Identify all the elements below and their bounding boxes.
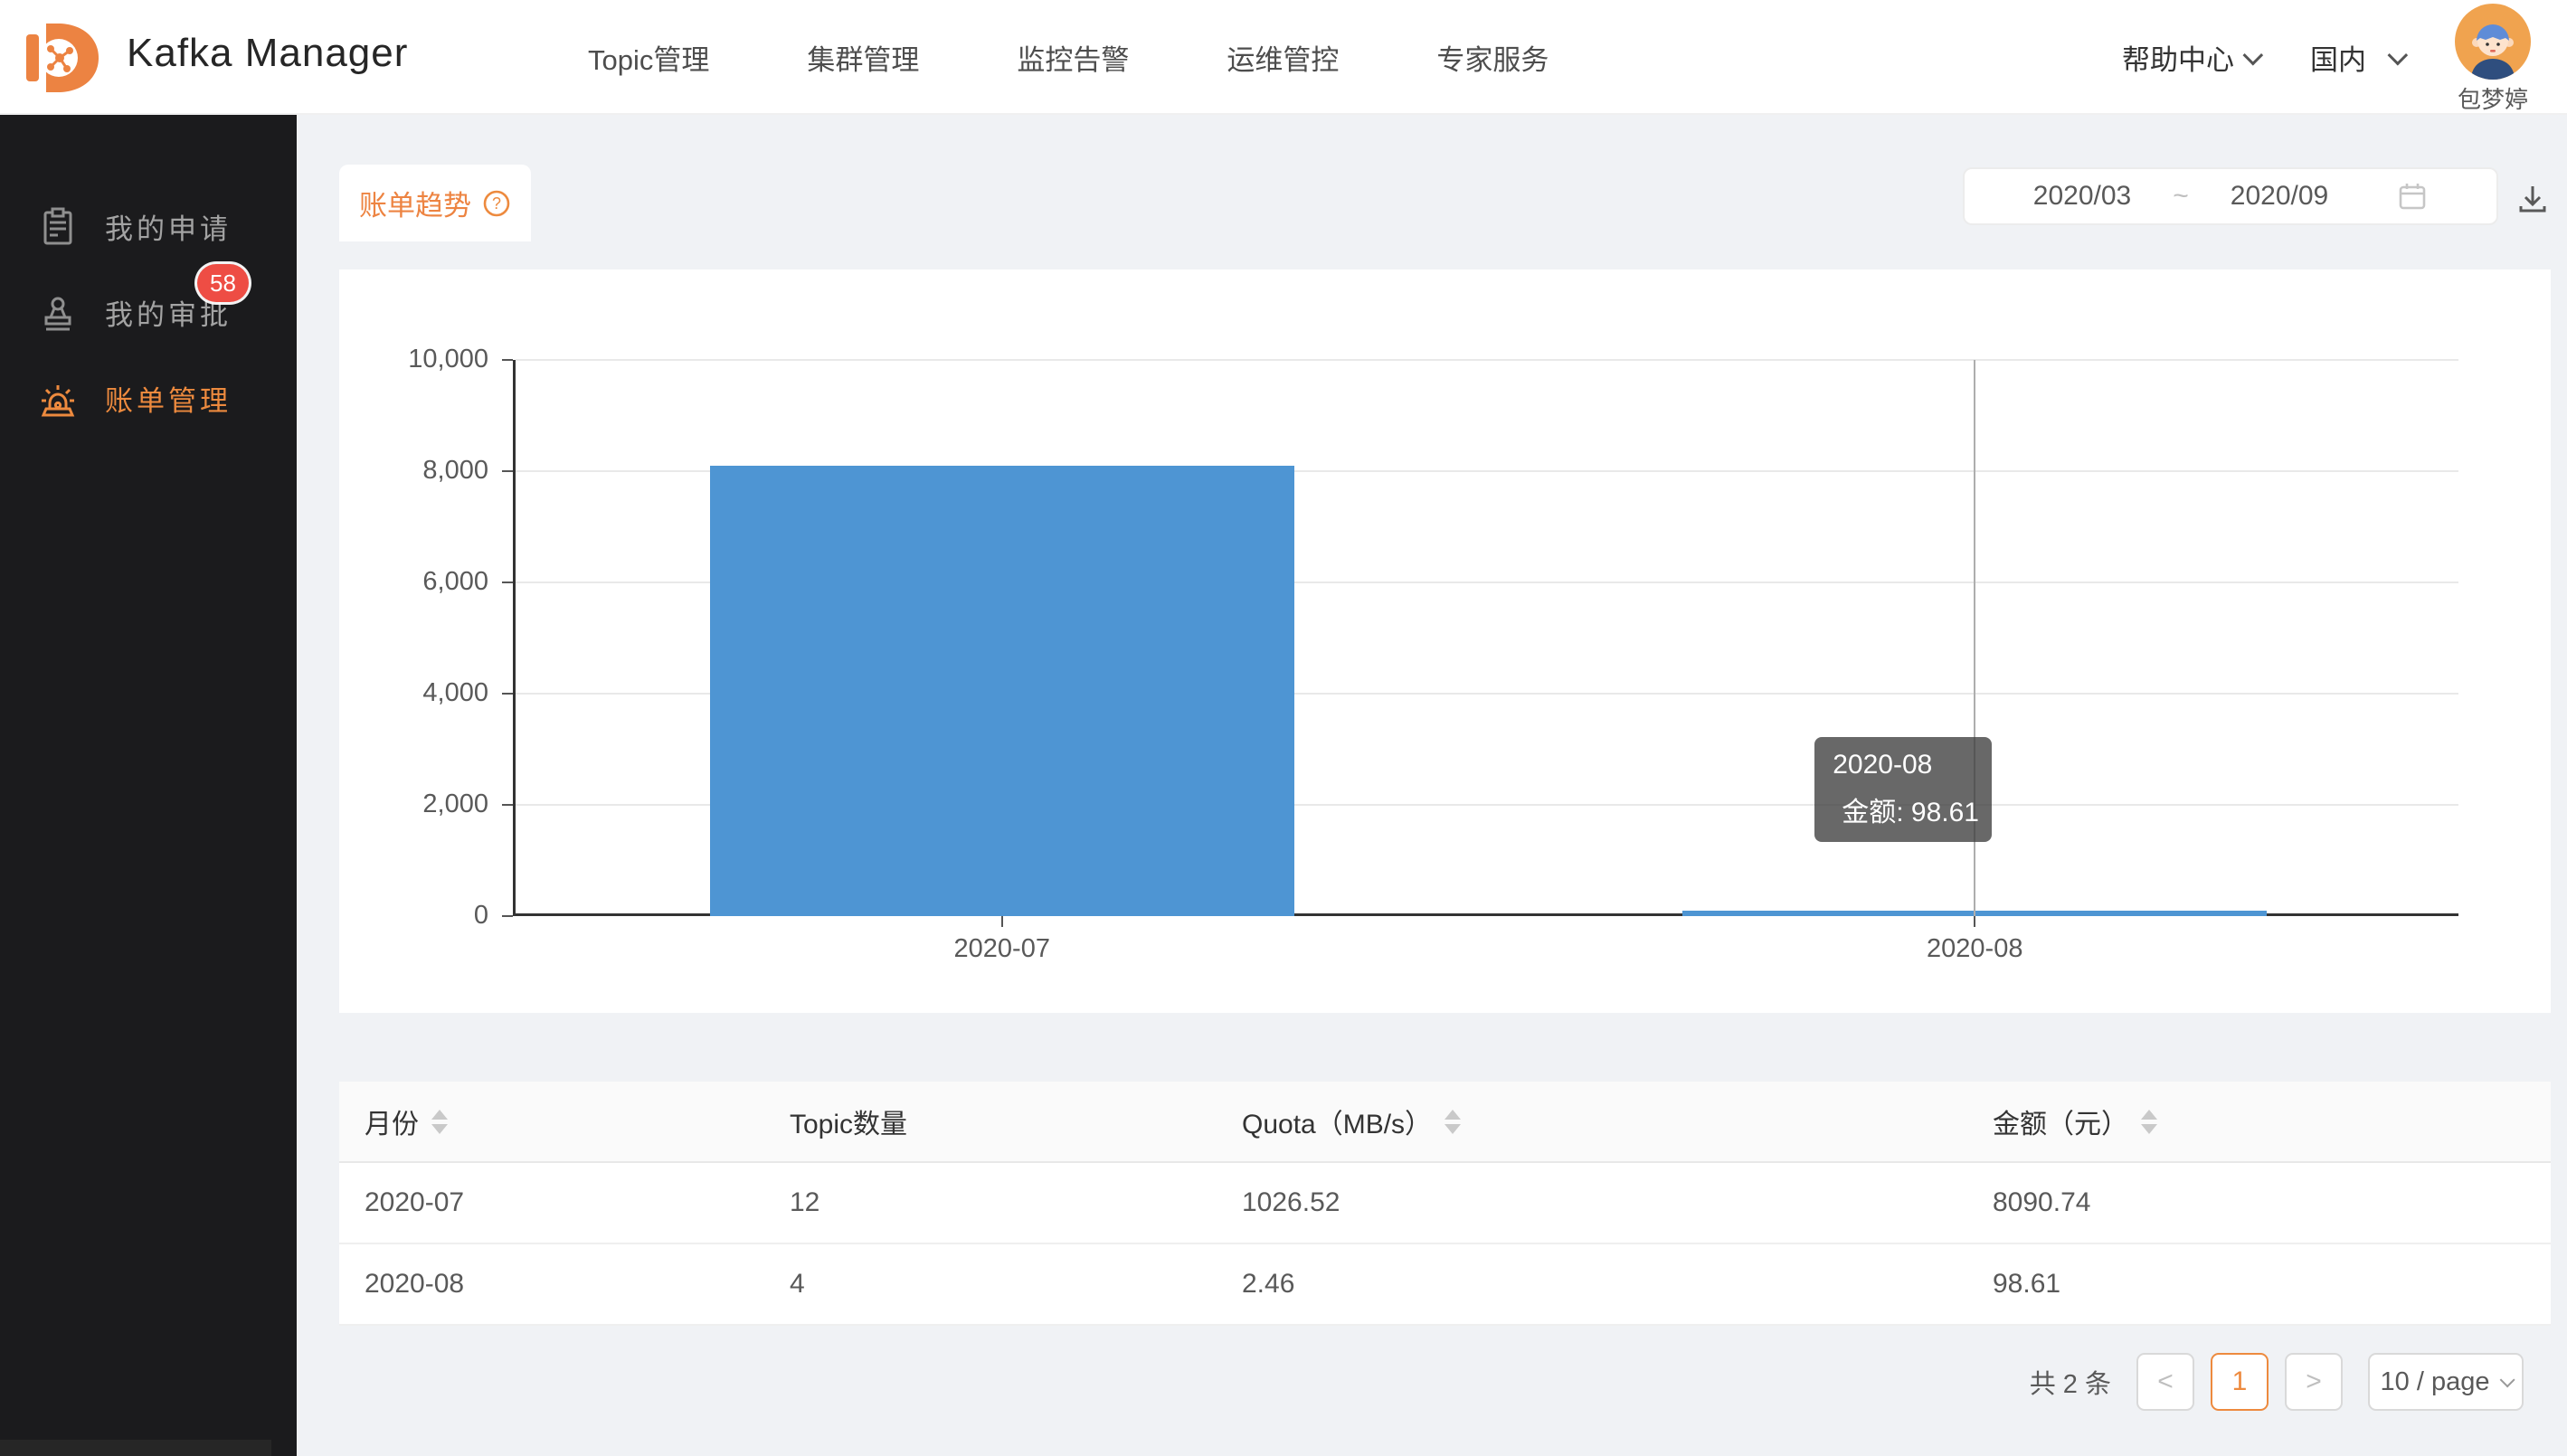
amount-cell: 8090.74 (1993, 1187, 2525, 1218)
y-axis-tick (502, 804, 513, 806)
sidebar-item-my-approvals[interactable]: 我的审批 58 (0, 269, 297, 355)
amount-cell: 98.61 (1993, 1269, 2525, 1300)
question-circle-icon[interactable]: ? (482, 189, 511, 218)
topics-cell: 12 (790, 1187, 1242, 1218)
nav-monitor[interactable]: 监控告警 (1017, 37, 1129, 78)
sidebar-item-label: 账单管理 (105, 378, 232, 419)
help-center-label: 帮助中心 (2122, 37, 2234, 78)
chevron-down-icon (2500, 1372, 2515, 1387)
avatar (2455, 4, 2531, 80)
y-axis-label: 10,000 (280, 345, 488, 374)
nav-cluster[interactable]: 集群管理 (807, 37, 919, 78)
total-count: 共 2 条 (2030, 1363, 2111, 1401)
y-axis-label: 0 (280, 901, 488, 931)
app-title: Kafka Manager (127, 31, 408, 76)
app-header: Kafka Manager Topic管理 集群管理 监控告警 运维管控 专家服… (0, 0, 2567, 115)
tab-label: 账单趋势 (359, 183, 471, 223)
column-label: Quota（MB/s） (1242, 1101, 1432, 1141)
x-axis-tick (1974, 916, 1975, 927)
clipboard-icon (38, 207, 78, 247)
y-axis-label: 6,000 (280, 567, 488, 597)
month-link[interactable]: 2020-07 (365, 1187, 790, 1218)
bar-2020-07[interactable] (710, 466, 1294, 916)
sidebar-item-billing[interactable]: 账单管理 (0, 355, 297, 441)
y-axis-tick (502, 581, 513, 583)
approval-count-badge: 58 (197, 264, 249, 302)
table-row: 2020-08 4 2.46 98.61 (339, 1244, 2551, 1326)
sidebar-collapse-bar[interactable] (0, 1440, 271, 1456)
table-header-row: 月份 Topic数量 Quota（MB/s） 金额（元） (339, 1082, 2551, 1163)
download-icon (2515, 181, 2551, 217)
download-button[interactable] (2515, 181, 2551, 217)
x-axis-tick (1001, 916, 1003, 927)
y-axis-label: 4,000 (280, 678, 488, 708)
column-header-month[interactable]: 月份 (365, 1101, 790, 1141)
date-range-picker[interactable]: 2020/03 ~ 2020/09 (1963, 167, 2498, 225)
date-range-start[interactable]: 2020/03 (2033, 181, 2131, 212)
nav-expert[interactable]: 专家服务 (1436, 37, 1549, 78)
y-axis-tick (502, 915, 513, 917)
chart-tooltip: 2020-08 金额: 98.61 (1814, 737, 1992, 842)
top-nav: Topic管理 集群管理 监控告警 运维管控 专家服务 (588, 0, 1549, 115)
tooltip-title: 2020-08 (1833, 750, 1974, 780)
column-header-topics: Topic数量 (790, 1101, 1242, 1141)
page-1-button[interactable]: 1 (2211, 1353, 2269, 1411)
pagination: 共 2 条 < 1 > 10 / page (2030, 1352, 2524, 1412)
svg-text:?: ? (492, 194, 501, 213)
crosshair-line (1974, 360, 1975, 916)
gridline (516, 359, 2458, 361)
sort-icon[interactable] (431, 1110, 448, 1134)
x-axis-label: 2020-08 (1839, 934, 2110, 964)
user-name: 包梦婷 (2458, 81, 2528, 115)
column-header-quota[interactable]: Quota（MB/s） (1242, 1101, 1993, 1141)
chevron-down-icon (2388, 44, 2409, 65)
page-size-value: 10 / page (2381, 1367, 2490, 1397)
calendar-icon (2397, 181, 2428, 212)
next-page-button[interactable]: > (2285, 1353, 2343, 1411)
chevron-down-icon (2243, 44, 2264, 65)
quota-cell: 1026.52 (1242, 1187, 1993, 1218)
user-menu[interactable]: 包梦婷 (2455, 4, 2531, 115)
column-label: 月份 (365, 1101, 419, 1141)
column-label: Topic数量 (790, 1101, 907, 1141)
date-range-separator: ~ (2173, 181, 2189, 212)
column-header-amount[interactable]: 金额（元） (1993, 1101, 2525, 1141)
table-row: 2020-07 12 1026.52 8090.74 (339, 1163, 2551, 1244)
billing-trend-chart-card: 2020-08 金额: 98.61 02,0004,0006,0008,0001… (339, 269, 2551, 1013)
page-size-select[interactable]: 10 / page (2368, 1353, 2524, 1411)
siren-icon (38, 379, 78, 419)
column-label: 金额（元） (1993, 1101, 2128, 1141)
nav-ops[interactable]: 运维管控 (1227, 37, 1339, 78)
month-link[interactable]: 2020-08 (365, 1269, 790, 1300)
sort-icon[interactable] (1445, 1110, 1461, 1134)
sidebar: 我的申请 我的审批 58 (0, 115, 297, 1456)
tab-billing-trend[interactable]: 账单趋势 ? (339, 165, 531, 241)
y-axis-label: 2,000 (280, 789, 488, 819)
topics-cell: 4 (790, 1269, 1242, 1300)
sort-icon[interactable] (2141, 1110, 2157, 1134)
prev-page-button[interactable]: < (2136, 1353, 2194, 1411)
region-label: 国内 (2310, 37, 2366, 78)
billing-table: 月份 Topic数量 Quota（MB/s） 金额（元） 2020-07 12 … (339, 1082, 2551, 1326)
tooltip-value: 金额: 98.61 (1842, 789, 1979, 829)
y-axis-tick (502, 693, 513, 695)
sidebar-item-my-applications[interactable]: 我的申请 (0, 184, 297, 269)
region-select[interactable]: 国内 (2310, 37, 2402, 78)
sidebar-item-label: 我的申请 (105, 206, 232, 247)
app-logo-icon[interactable] (22, 14, 109, 101)
y-axis-label: 8,000 (280, 456, 488, 486)
nav-topic[interactable]: Topic管理 (588, 37, 709, 78)
bar-chart: 2020-08 金额: 98.61 02,0004,0006,0008,0001… (513, 360, 2458, 916)
date-range-end[interactable]: 2020/09 (2231, 181, 2328, 212)
help-center-menu[interactable]: 帮助中心 (2122, 37, 2258, 78)
y-axis-tick (502, 359, 513, 361)
y-axis-tick (502, 470, 513, 472)
stamp-icon (38, 293, 78, 333)
x-axis-label: 2020-07 (867, 934, 1138, 964)
quota-cell: 2.46 (1242, 1269, 1993, 1300)
